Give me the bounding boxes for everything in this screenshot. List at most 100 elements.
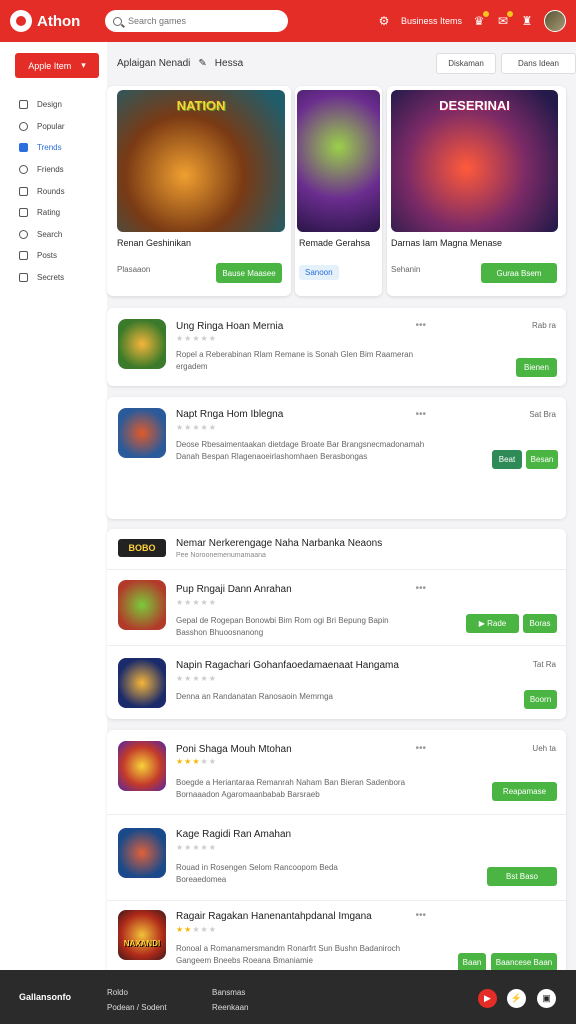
footer-link[interactable]: Roldo <box>107 988 167 997</box>
game-thumbnail <box>118 828 166 878</box>
featured-card[interactable]: NATION Renan Geshinikan Plasaaon Bause M… <box>107 86 291 296</box>
list-item[interactable]: Ung Ringa Hoan Mernia ★★★★★ Ropel a Rebe… <box>107 308 566 386</box>
footer-brand[interactable]: Gallansonfo <box>19 992 71 1002</box>
button-label: Baancese Baan <box>495 958 553 967</box>
star-rating: ★★★★★ <box>176 757 217 766</box>
button-label: Baan <box>462 958 482 967</box>
star-rating: ★★★★★ <box>176 423 217 432</box>
game-description: Boegde a Heriantaraa Remanrah Naham Ban … <box>176 778 406 799</box>
more-options-icon[interactable]: ••• <box>415 583 426 594</box>
install-button[interactable]: Besan <box>526 450 558 469</box>
featured-action-button[interactable]: Bause Maasee <box>216 263 282 283</box>
clock-icon <box>19 121 28 131</box>
list-item[interactable]: Napin Ragachari Gohanfaoedamaenaat Hanga… <box>107 645 566 719</box>
game-description: Ropel a Reberabinan Rlam Remane is Sonah… <box>176 350 414 371</box>
footer-link[interactable]: Reenkaan <box>212 1003 248 1012</box>
sidebar-item-search[interactable]: Search <box>0 224 107 246</box>
button-label: Besan <box>530 455 554 464</box>
sidebar-item-friends[interactable]: Friends <box>0 159 107 181</box>
user-icon <box>19 165 28 175</box>
more-options-icon[interactable]: ••• <box>415 409 426 420</box>
list-item[interactable]: Pup Rngaji Dann Anrahan ★★★★★ Gepal de R… <box>107 569 566 645</box>
game-title: Kage Ragidi Ran Amahan <box>176 829 292 840</box>
sidebar-item-posts[interactable]: Posts <box>0 245 107 267</box>
filter-pill-1[interactable]: Diskaman <box>436 53 496 74</box>
filter-pill-2[interactable]: Dans Idean <box>501 53 576 74</box>
featured-title: Darnas Iam Magna Menase <box>391 238 503 248</box>
game-thumbnail <box>118 580 166 630</box>
sidebar-item-rounds[interactable]: Rounds <box>0 180 107 202</box>
list-item[interactable]: Poni Shaga Mouh Mtohan ★★★★★ Boegde a He… <box>107 730 566 814</box>
avatar[interactable] <box>544 10 566 32</box>
featured-game-art: DESERINAI <box>391 90 558 232</box>
sidebar-item-popular[interactable]: Popular <box>0 116 107 138</box>
game-title: Poni Shaga Mouh Mtohan <box>176 744 292 755</box>
button-label: Bienen <box>524 363 549 372</box>
game-thumbnail: NAXANDI <box>118 910 166 960</box>
bell-icon[interactable]: ♜ <box>520 14 534 28</box>
list-item[interactable]: Kage Ragidi Ran Amahan ★★★★★ Rouad in Ro… <box>107 814 566 900</box>
install-button[interactable]: Bst Baso <box>487 867 557 886</box>
sidebar-item-secrets[interactable]: Secrets <box>0 267 107 289</box>
sidebar-item-design[interactable]: Design <box>0 94 107 116</box>
group-header: BOBO Nemar Nerkerengage Naha Narbanka Ne… <box>107 529 566 567</box>
game-thumbnail <box>118 741 166 791</box>
more-options-icon[interactable]: ••• <box>415 320 426 331</box>
pencil-icon[interactable]: ✎ <box>198 58 206 69</box>
link-icon[interactable]: ⚡ <box>507 989 526 1008</box>
game-list-group: Ung Ringa Hoan Mernia ★★★★★ Ropel a Rebe… <box>107 308 566 386</box>
action-button[interactable]: Beat <box>492 450 522 469</box>
user-label[interactable]: Business Items <box>401 16 462 26</box>
game-banner-text: DESERINAI <box>439 98 510 113</box>
main-content: Aplaigan Nenadi ✎ Hessa Diskaman Dans Id… <box>107 42 576 984</box>
game-thumbnail <box>118 658 166 708</box>
trophy-icon[interactable]: ♛ <box>472 11 489 28</box>
install-button[interactable]: Boras <box>523 614 557 633</box>
game-list-group: Napt Rnga Hom Iblegna ★★★★★ Deose Rbesai… <box>107 397 566 519</box>
button-label: Beat <box>498 455 516 464</box>
play-icon: ▶ <box>478 619 488 628</box>
sidebar-item-label: Search <box>37 229 63 239</box>
game-banner-text: NAXANDI <box>123 939 161 948</box>
search-box[interactable] <box>105 10 288 32</box>
game-thumbnail <box>118 319 166 369</box>
youtube-icon[interactable]: ▶ <box>478 989 497 1008</box>
featured-card[interactable]: Remade Gerahsa Sanoon <box>295 86 382 296</box>
home-icon <box>19 100 28 110</box>
search-input[interactable] <box>128 16 278 26</box>
sidebar-item-trends[interactable]: Trends <box>0 137 107 159</box>
more-options-icon[interactable]: ••• <box>415 743 426 754</box>
featured-action-button[interactable]: Guraa Bsem <box>481 263 557 283</box>
featured-meta: Plasaaon <box>117 265 151 274</box>
sidebar-item-label: Popular <box>37 121 65 131</box>
more-options-icon[interactable]: ••• <box>415 910 426 921</box>
game-title: Ung Ringa Hoan Mernia <box>176 321 284 332</box>
footer-link[interactable]: Bansmas <box>212 988 248 997</box>
trend-icon <box>19 143 28 153</box>
note-icon <box>19 251 28 261</box>
group-logo: BOBO <box>118 539 166 557</box>
star-rating: ★★★★★ <box>176 598 217 607</box>
sidebar-item-label: Posts <box>37 251 58 261</box>
gear-icon[interactable]: ⚙ <box>377 14 391 28</box>
footer-column: Roldo Podean / Sodent <box>107 988 167 1018</box>
install-button[interactable]: Bienen <box>516 358 557 377</box>
gift-icon[interactable]: ✉ <box>496 11 513 28</box>
game-banner-text: NATION <box>176 98 226 113</box>
install-button[interactable]: Boorn <box>524 690 557 709</box>
app-logo[interactable]: Athon <box>10 10 105 32</box>
button-label: Bause Maasee <box>222 268 276 278</box>
action-button[interactable]: ▶ Rade <box>466 614 519 633</box>
category-button[interactable]: Apple Item ▾ <box>15 53 99 78</box>
featured-card[interactable]: DESERINAI Darnas Iam Magna Menase Sehani… <box>387 86 566 296</box>
group-title: Nemar Nerkerengage Naha Narbanka Neaons <box>176 538 383 549</box>
install-button[interactable]: Reapamase <box>492 782 557 801</box>
share-icon[interactable]: ▣ <box>537 989 556 1008</box>
group-subtitle: Pee Noroonemenumamaana <box>176 552 266 559</box>
star-rating: ★★★★★ <box>176 674 217 683</box>
footer-link[interactable]: Podean / Sodent <box>107 1003 167 1012</box>
sidebar-item-rating[interactable]: Rating <box>0 202 107 224</box>
button-label: Boras <box>529 619 551 628</box>
list-item[interactable]: Napt Rnga Hom Iblegna ★★★★★ Deose Rbesai… <box>107 397 566 519</box>
featured-meta: Sehanin <box>391 265 421 274</box>
